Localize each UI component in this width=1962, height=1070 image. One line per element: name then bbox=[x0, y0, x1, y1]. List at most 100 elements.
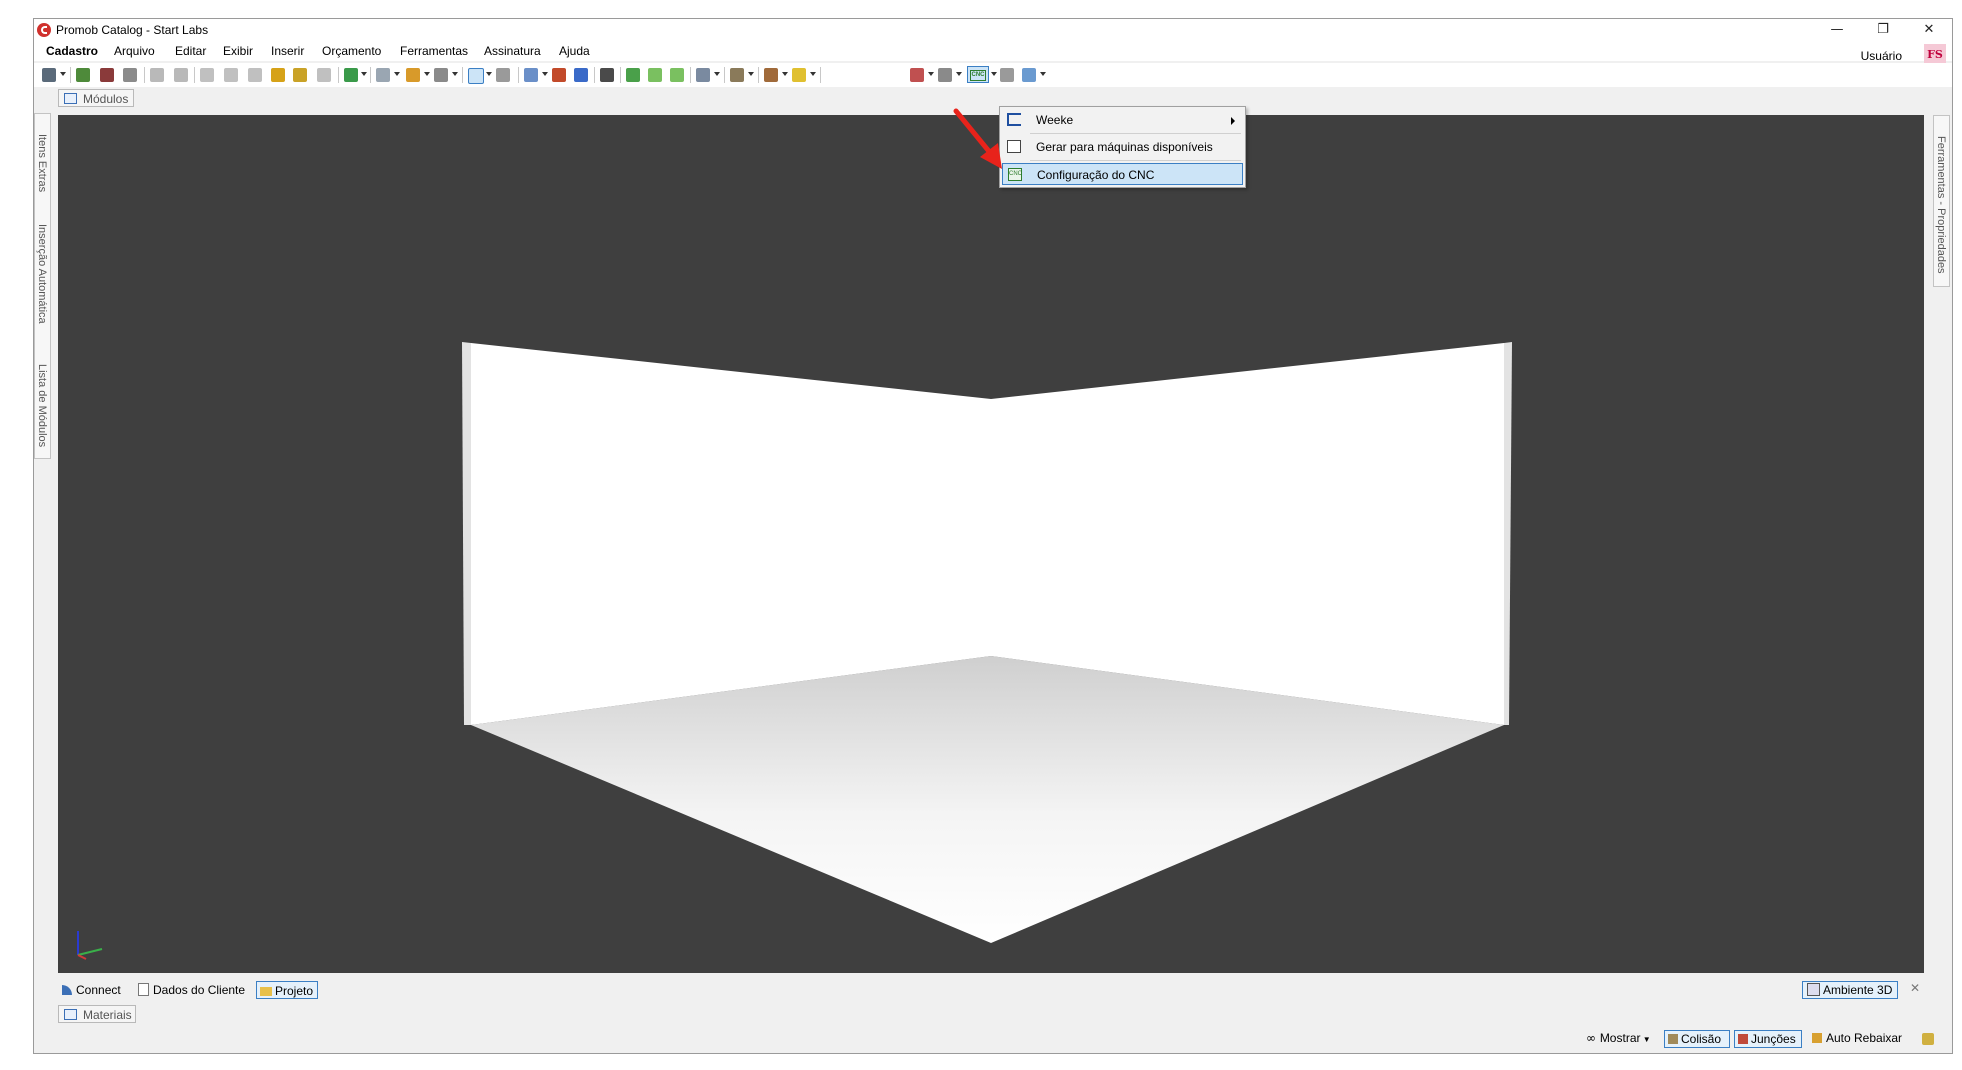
materials-tab[interactable]: Materiais bbox=[58, 1005, 136, 1023]
wall-left-edge bbox=[462, 342, 471, 725]
save-icon[interactable] bbox=[42, 68, 56, 82]
delete-icon[interactable] bbox=[317, 68, 331, 82]
refresh-icon[interactable] bbox=[626, 68, 640, 82]
chevron-down-icon[interactable] bbox=[542, 72, 548, 76]
minimize-button[interactable]: — bbox=[1814, 19, 1860, 41]
chevron-down-icon[interactable] bbox=[424, 72, 430, 76]
cutting-icon[interactable] bbox=[910, 68, 924, 82]
measure-icon[interactable] bbox=[496, 68, 510, 82]
mostrar-label: Mostrar bbox=[1599, 1031, 1641, 1045]
menu-orcamento[interactable]: Orçamento bbox=[322, 44, 381, 58]
user-label[interactable]: Usuário bbox=[1861, 49, 1902, 63]
paint-icon[interactable] bbox=[293, 68, 307, 82]
chevron-down-icon[interactable] bbox=[782, 72, 788, 76]
elevation-icon[interactable] bbox=[552, 68, 566, 82]
tab-connect[interactable]: Connect bbox=[62, 981, 128, 999]
menu-exibir[interactable]: Exibir bbox=[223, 44, 253, 58]
view-3d-icon[interactable] bbox=[574, 68, 588, 82]
tab-dados-cliente[interactable]: Dados do Cliente bbox=[138, 981, 250, 999]
side-tab-lista-modulos[interactable]: Lista de Módulos bbox=[36, 364, 48, 447]
copy-icon[interactable] bbox=[224, 68, 238, 82]
chevron-down-icon: ▼ bbox=[1640, 1035, 1651, 1044]
select-cursor-icon[interactable] bbox=[468, 68, 484, 84]
open-3d-icon[interactable] bbox=[76, 68, 90, 82]
status-bar: ∞ Mostrar ▼ Colisão Junções Auto Rebaixa… bbox=[34, 1025, 1952, 1051]
menu-ajuda[interactable]: Ajuda bbox=[559, 44, 590, 58]
toolbar-separator bbox=[194, 67, 195, 83]
juncoes-label: Junções bbox=[1751, 1032, 1796, 1046]
print-icon[interactable] bbox=[123, 68, 137, 82]
sofa-icon[interactable] bbox=[764, 68, 778, 82]
cnc-button[interactable]: CNC bbox=[967, 66, 989, 83]
menu-ferramentas[interactable]: Ferramentas bbox=[400, 44, 468, 58]
3d-viewport[interactable] bbox=[58, 115, 1924, 973]
auto-rebaixar-label: Auto Rebaixar bbox=[1826, 1031, 1903, 1045]
toolbar-separator bbox=[144, 67, 145, 83]
export-icon[interactable] bbox=[1022, 68, 1036, 82]
side-tab-insercao-automatica[interactable]: Inserção Automática bbox=[36, 224, 48, 324]
close-button[interactable]: ✕ bbox=[1906, 19, 1952, 41]
juncoes-toggle[interactable]: Junções bbox=[1734, 1030, 1802, 1048]
menu-separator bbox=[1030, 160, 1241, 161]
arrow-left-icon[interactable] bbox=[648, 68, 662, 82]
menu-item-configuracao-cnc[interactable]: CNC Configuração do CNC bbox=[1002, 163, 1243, 185]
arrow-right-icon[interactable] bbox=[670, 68, 684, 82]
modules-tab[interactable]: Módulos bbox=[58, 89, 134, 107]
menu-cadastro[interactable]: Cadastro bbox=[46, 44, 98, 58]
render-icon[interactable] bbox=[100, 68, 114, 82]
chevron-down-icon[interactable] bbox=[928, 72, 934, 76]
camera-view-icon[interactable] bbox=[696, 68, 710, 82]
chevron-down-icon[interactable] bbox=[810, 72, 816, 76]
menu-editar[interactable]: Editar bbox=[175, 44, 206, 58]
paste-icon[interactable] bbox=[248, 68, 262, 82]
chevron-down-icon[interactable] bbox=[361, 72, 367, 76]
wand-icon[interactable] bbox=[271, 68, 285, 82]
tab-projeto[interactable]: Projeto bbox=[256, 981, 318, 999]
main-toolbar: CNC bbox=[34, 63, 1952, 87]
weeke-icon bbox=[1007, 113, 1021, 126]
close-icon[interactable]: ✕ bbox=[1910, 981, 1920, 995]
module-icon[interactable] bbox=[406, 68, 420, 82]
chevron-down-icon[interactable] bbox=[452, 72, 458, 76]
chevron-down-icon[interactable] bbox=[60, 72, 66, 76]
menu-arquivo[interactable]: Arquivo bbox=[114, 44, 155, 58]
catalog-icon[interactable] bbox=[344, 68, 358, 82]
lamp-icon[interactable] bbox=[792, 68, 806, 82]
chevron-down-icon[interactable] bbox=[1040, 72, 1046, 76]
auto-rebaixar-toggle[interactable]: Auto Rebaixar bbox=[1812, 1030, 1908, 1048]
side-tab-itens-extras[interactable]: Itens Extras bbox=[36, 134, 48, 192]
redo-icon[interactable] bbox=[174, 68, 188, 82]
colisao-label: Colisão bbox=[1681, 1032, 1722, 1046]
chevron-down-icon[interactable] bbox=[394, 72, 400, 76]
chevron-down-icon[interactable] bbox=[714, 72, 720, 76]
axis-gizmo-icon bbox=[77, 931, 103, 960]
ambiente-3d-button[interactable]: Ambiente 3D bbox=[1802, 981, 1898, 999]
chevron-down-icon[interactable] bbox=[486, 72, 492, 76]
undo-icon[interactable] bbox=[150, 68, 164, 82]
eye-icon[interactable] bbox=[600, 68, 614, 82]
shape-icon[interactable] bbox=[434, 68, 448, 82]
layers-icon[interactable] bbox=[524, 68, 538, 82]
app-window: Promob Catalog - Start Labs — ❐ ✕ Cadast… bbox=[33, 18, 1953, 1054]
report-icon[interactable] bbox=[1000, 68, 1014, 82]
wrench-icon[interactable] bbox=[1922, 1033, 1934, 1045]
cnc-icon: CNC bbox=[970, 70, 986, 81]
wall-icon[interactable] bbox=[376, 68, 390, 82]
menu-assinatura[interactable]: Assinatura bbox=[484, 44, 541, 58]
modules-tab-label: Módulos bbox=[83, 92, 129, 106]
menu-item-gerar-maquinas[interactable]: Gerar para máquinas disponíveis bbox=[1002, 136, 1243, 158]
box-icon[interactable] bbox=[730, 68, 744, 82]
menu-item-weeke[interactable]: Weeke bbox=[1002, 109, 1243, 131]
colisao-toggle[interactable]: Colisão bbox=[1664, 1030, 1730, 1048]
list-icon[interactable] bbox=[938, 68, 952, 82]
chevron-down-icon[interactable] bbox=[991, 72, 997, 76]
cut-icon[interactable] bbox=[200, 68, 214, 82]
chevron-down-icon[interactable] bbox=[956, 72, 962, 76]
tab-connect-label: Connect bbox=[76, 983, 121, 997]
toolbar-separator bbox=[338, 67, 339, 83]
menu-inserir[interactable]: Inserir bbox=[271, 44, 304, 58]
side-tab-ferramentas-propriedades[interactable]: Ferramentas - Propriedades bbox=[1935, 136, 1947, 274]
chevron-down-icon[interactable] bbox=[748, 72, 754, 76]
mostrar-button[interactable]: ∞ Mostrar ▼ bbox=[1586, 1030, 1658, 1048]
restore-button[interactable]: ❐ bbox=[1860, 19, 1906, 41]
